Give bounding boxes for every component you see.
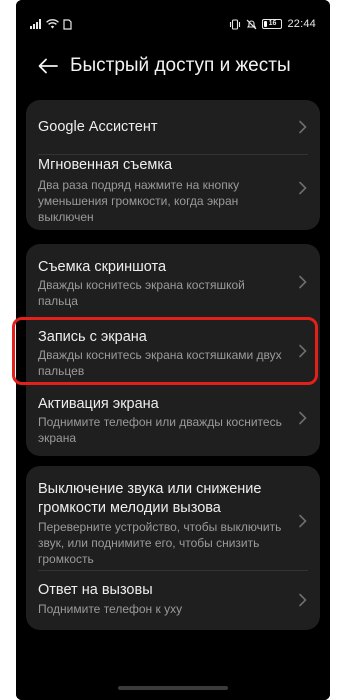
- screen-activation-row[interactable]: Активация экрана Поднимите телефон или д…: [26, 386, 320, 456]
- row-title: Мгновенная съемка: [38, 157, 173, 173]
- row-subtitle: Поднимите телефон к уху: [38, 602, 183, 616]
- chevron-right-icon: [299, 275, 307, 289]
- header: Быстрый доступ и жесты: [16, 44, 330, 88]
- signal-icon: [30, 19, 42, 29]
- screenshot-row[interactable]: Съемка скриншота Дважды коснитесь экрана…: [26, 244, 320, 316]
- sim-icon: [63, 18, 72, 30]
- row-subtitle: Два раза подряд нажмите на кнопку уменьш…: [38, 178, 240, 224]
- battery-level: [264, 21, 267, 27]
- phone-frame: 16 22:44 Быстрый доступ и жесты Google А…: [16, 0, 330, 700]
- chevron-right-icon: [299, 344, 307, 358]
- row-subtitle: Дважды коснитесь экрана костяшками двух …: [38, 348, 282, 378]
- vibrate-icon: [229, 18, 241, 30]
- row-subtitle: Переверните устройство, чтобы выключить …: [38, 520, 282, 566]
- row-subtitle: Дважды коснитесь экрана костяшкой пальца: [38, 278, 245, 308]
- status-right: 16 22:44: [229, 18, 316, 30]
- status-left: [30, 18, 72, 30]
- chevron-right-icon: [299, 181, 307, 195]
- chevron-right-icon: [299, 514, 307, 528]
- status-time: 22:44: [287, 18, 316, 30]
- answer-calls-row[interactable]: Ответ на вызовы Поднимите телефон к уху: [26, 571, 320, 630]
- row-title: Выключение звука или снижение громкости …: [38, 481, 262, 516]
- wifi-icon: [46, 19, 59, 29]
- row-title: Ответ на вызовы: [38, 582, 153, 598]
- arrow-left-icon: [38, 58, 58, 74]
- row-title: Запись с экрана: [38, 329, 147, 345]
- chevron-right-icon: [299, 593, 307, 607]
- status-bar: 16 22:44: [30, 16, 316, 32]
- battery-text: 16: [268, 20, 277, 27]
- chevron-right-icon: [299, 120, 307, 134]
- google-assistant-row[interactable]: Google Ассистент: [26, 100, 320, 154]
- instant-capture-row[interactable]: Мгновенная съемка Два раза подряд нажмит…: [26, 155, 320, 230]
- row-title: Google Ассистент: [38, 119, 158, 135]
- back-button[interactable]: [30, 48, 66, 84]
- row-title: Съемка скриншота: [38, 259, 167, 275]
- settings-card-2: Съемка скриншота Дважды коснитесь экрана…: [26, 244, 320, 456]
- gesture-bar: [118, 686, 228, 690]
- screen-recording-row[interactable]: Запись с экрана Дважды коснитесь экрана …: [26, 320, 320, 384]
- mute-icon: [246, 19, 257, 30]
- settings-card-1: Google Ассистент Мгновенная съемка Два р…: [26, 100, 320, 230]
- row-title: Активация экрана: [38, 396, 159, 412]
- page-title: Быстрый доступ и жесты: [70, 55, 291, 76]
- settings-card-3: Выключение звука или снижение громкости …: [26, 466, 320, 630]
- mute-call-row[interactable]: Выключение звука или снижение громкости …: [26, 466, 320, 570]
- chevron-right-icon: [299, 411, 307, 425]
- battery-icon: 16: [262, 19, 283, 29]
- screen: 16 22:44 Быстрый доступ и жесты Google А…: [16, 0, 330, 700]
- row-subtitle: Поднимите телефон или дважды коснитесь э…: [38, 415, 282, 445]
